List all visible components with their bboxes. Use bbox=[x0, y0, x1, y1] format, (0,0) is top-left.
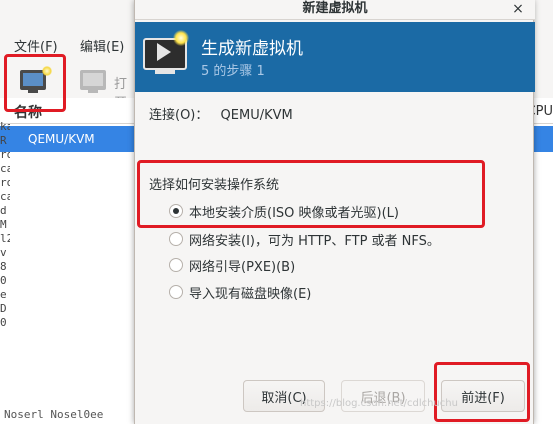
connection-row: 连接(O)： QEMU/KVM bbox=[149, 104, 301, 123]
radio-network-install[interactable]: 网络安装(I)，可为 HTTP、FTP 或者 NFS。 bbox=[169, 229, 440, 249]
radio-button[interactable] bbox=[169, 258, 183, 272]
radio-label: 网络引导(PXE)(B) bbox=[189, 259, 296, 275]
connection-label: 连接(O)： bbox=[149, 108, 209, 123]
bottom-text-strip: Noserl Nosel0ee bbox=[4, 408, 104, 421]
open-vm-button[interactable]: 打开 bbox=[76, 64, 136, 111]
menu-edit[interactable]: 编辑(E) bbox=[80, 36, 124, 55]
radio-label: 网络安装(I)，可为 HTTP、FTP 或者 NFS。 bbox=[189, 233, 440, 249]
monitor-stand bbox=[155, 70, 175, 74]
sliver-line: ka bbox=[0, 120, 10, 133]
dialog-titlebar: 新建虚拟机 × bbox=[135, 0, 535, 20]
play-icon bbox=[157, 43, 171, 61]
close-icon[interactable]: × bbox=[509, 0, 527, 18]
radio-button[interactable] bbox=[169, 232, 183, 246]
dialog-title: 新建虚拟机 bbox=[302, 1, 368, 16]
star-icon bbox=[173, 30, 189, 46]
sliver-line: 0 bbox=[0, 316, 7, 329]
left-text-sliver: ka R ro ca ro ca d M l2 v 8 0 e D 0 bbox=[0, 120, 10, 420]
sliver-line: e bbox=[0, 288, 7, 301]
highlight-install-options bbox=[137, 160, 485, 228]
new-vm-icon bbox=[143, 30, 191, 76]
highlight-new-vm bbox=[4, 54, 66, 112]
radio-label: 导入现有磁盘映像(E) bbox=[189, 286, 312, 302]
sliver-line: D bbox=[0, 302, 7, 315]
row-label: QEMU/KVM bbox=[28, 132, 95, 146]
connection-value: QEMU/KVM bbox=[220, 108, 293, 123]
sliver-line: ca bbox=[0, 190, 10, 203]
menu-file[interactable]: 文件(F) bbox=[14, 36, 58, 55]
radio-button[interactable] bbox=[169, 285, 183, 299]
sliver-line: 0 bbox=[0, 274, 7, 287]
sliver-line: ro bbox=[0, 176, 10, 189]
sliver-line: v bbox=[0, 246, 7, 259]
sliver-line: 8 bbox=[0, 260, 7, 273]
radio-import-disk[interactable]: 导入现有磁盘映像(E) bbox=[169, 282, 311, 302]
highlight-forward-button bbox=[434, 362, 530, 422]
radio-network-boot[interactable]: 网络引导(PXE)(B) bbox=[169, 255, 295, 275]
sliver-line: ca bbox=[0, 162, 10, 175]
monitor-icon bbox=[80, 70, 106, 93]
sliver-line: l2 bbox=[0, 232, 10, 245]
wizard-banner: 生成新虚拟机 5 的步骤 1 bbox=[135, 22, 535, 92]
sliver-line: ro bbox=[0, 148, 10, 161]
sliver-line: R bbox=[0, 134, 7, 147]
sliver-line: M bbox=[0, 218, 7, 231]
banner-title: 生成新虚拟机 bbox=[201, 39, 303, 59]
watermark: https://blog.csdn.net/cdlchuchu bbox=[300, 398, 458, 409]
sliver-line: d bbox=[0, 204, 7, 217]
step-indicator: 5 的步骤 1 bbox=[201, 64, 265, 79]
